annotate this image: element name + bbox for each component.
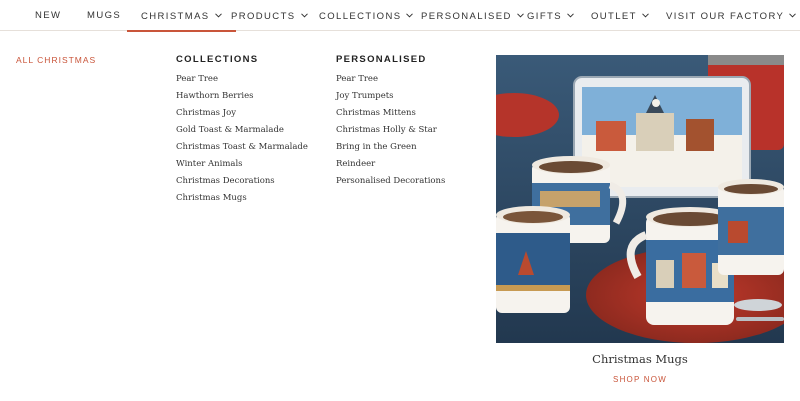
main-navigation: NEW MUGS CHRISTMAS PRODUCTS COLLECTIONS … <box>0 0 800 32</box>
collections-column: COLLECTIONS Pear Tree Hawthorn Berries C… <box>176 54 308 207</box>
chevron-down-icon <box>567 0 574 31</box>
personalised-column: PERSONALISED Pear Tree Joy Trumpets Chri… <box>336 54 445 190</box>
menu-link-pear-tree[interactable]: Pear Tree <box>336 71 445 88</box>
menu-link-hawthorn-berries[interactable]: Hawthorn Berries <box>176 88 308 105</box>
nav-item-label: PERSONALISED <box>421 11 512 22</box>
nav-item-label: CHRISTMAS <box>141 11 210 22</box>
nav-item-label: COLLECTIONS <box>319 11 402 22</box>
nav-item-label: VISIT OUR FACTORY <box>666 11 785 22</box>
feature-caption: Christmas Mugs <box>592 352 688 366</box>
nav-item-label: GIFTS <box>527 11 562 22</box>
menu-link-personalised-decorations[interactable]: Personalised Decorations <box>336 173 445 190</box>
nav-item-label: MUGS <box>87 10 122 21</box>
nav-item-visit-our-factory[interactable]: VISIT OUR FACTORY <box>666 0 797 31</box>
menu-link-joy-trumpets[interactable]: Joy Trumpets <box>336 88 445 105</box>
all-christmas-link[interactable]: ALL CHRISTMAS <box>16 55 96 65</box>
chevron-down-icon <box>789 0 797 31</box>
menu-link-christmas-toast-marmalade[interactable]: Christmas Toast & Marmalade <box>176 139 308 156</box>
nav-item-mugs[interactable]: MUGS <box>87 0 121 31</box>
nav-item-gifts[interactable]: GIFTS <box>527 0 574 31</box>
chevron-down-icon <box>214 0 222 31</box>
nav-item-new[interactable]: NEW <box>35 0 61 31</box>
nav-item-label: PRODUCTS <box>231 11 296 22</box>
menu-link-christmas-joy[interactable]: Christmas Joy <box>176 105 308 122</box>
shop-now-link[interactable]: SHOP NOW <box>496 375 784 384</box>
menu-link-christmas-mugs[interactable]: Christmas Mugs <box>176 190 308 207</box>
nav-item-christmas[interactable]: CHRISTMAS <box>127 0 236 32</box>
nav-item-label: OUTLET <box>591 11 637 22</box>
column-heading: PERSONALISED <box>336 54 427 65</box>
menu-link-winter-animals[interactable]: Winter Animals <box>176 156 308 173</box>
menu-link-bring-in-the-green[interactable]: Bring in the Green <box>336 139 445 156</box>
column-heading: COLLECTIONS <box>176 54 259 65</box>
menu-link-christmas-holly-star[interactable]: Christmas Holly & Star <box>336 122 445 139</box>
chevron-down-icon <box>300 0 308 31</box>
menu-link-gold-toast-marmalade[interactable]: Gold Toast & Marmalade <box>176 122 308 139</box>
nav-item-outlet[interactable]: OUTLET <box>591 0 649 31</box>
feature-image[interactable] <box>496 55 784 343</box>
chevron-down-icon <box>406 0 414 31</box>
nav-item-products[interactable]: PRODUCTS <box>231 0 308 31</box>
nav-item-collections[interactable]: COLLECTIONS <box>319 0 414 31</box>
chevron-down-icon <box>516 0 524 31</box>
menu-link-pear-tree[interactable]: Pear Tree <box>176 71 308 88</box>
chevron-down-icon <box>642 0 649 31</box>
menu-link-christmas-decorations[interactable]: Christmas Decorations <box>176 173 308 190</box>
menu-link-reindeer[interactable]: Reindeer <box>336 156 445 173</box>
nav-item-label: NEW <box>35 10 62 21</box>
nav-item-personalised[interactable]: PERSONALISED <box>421 0 524 31</box>
menu-link-christmas-mittens[interactable]: Christmas Mittens <box>336 105 445 122</box>
